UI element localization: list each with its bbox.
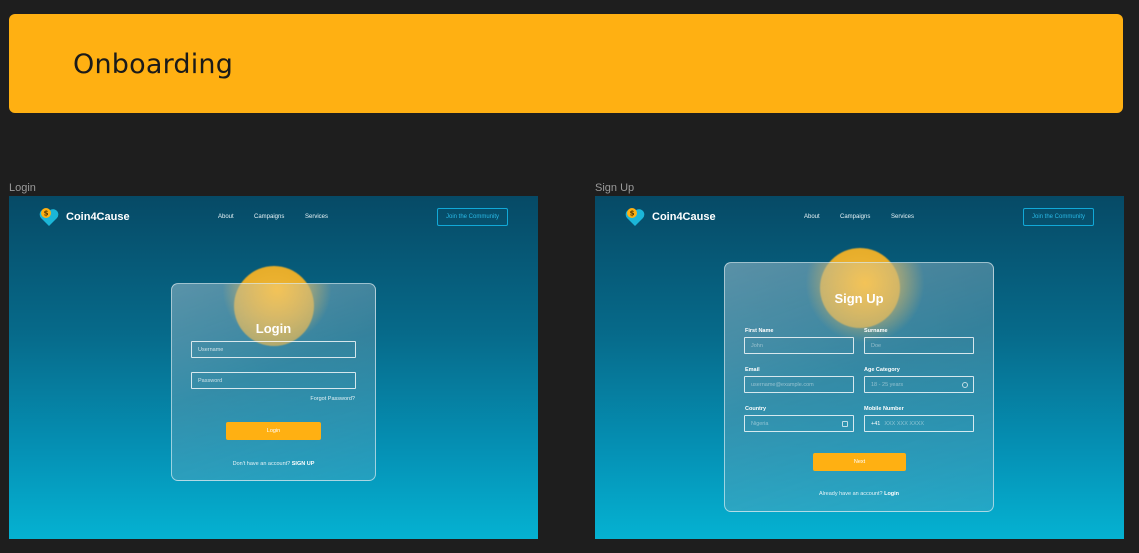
country-select[interactable]: Nigeria	[744, 415, 854, 432]
forgot-password-link[interactable]: Forgot Password?	[310, 396, 355, 402]
login-button[interactable]: Login	[226, 422, 321, 440]
join-community-button[interactable]: Join the Community	[437, 208, 508, 226]
signup-prompt-text: Don't have an account?	[232, 461, 291, 467]
email-label: Email	[745, 367, 760, 373]
nav-about[interactable]: About	[218, 214, 234, 220]
brand-name[interactable]: Coin4Cause	[66, 211, 130, 223]
signup-frame[interactable]: $ Coin4Cause About Campaigns Services Jo…	[595, 196, 1124, 539]
login-prompt: Already have an account? Login	[725, 491, 993, 497]
svg-text:$: $	[630, 210, 635, 218]
signup-title: Sign Up	[834, 291, 884, 306]
age-category-value: 18 - 25 years	[871, 381, 904, 388]
first-name-label: First Name	[745, 328, 774, 334]
first-name-input[interactable]: John	[744, 337, 854, 354]
country-value: Nigeria	[751, 420, 769, 427]
password-input[interactable]: Password	[191, 372, 356, 389]
nav-services[interactable]: Services	[891, 214, 914, 220]
nav-services[interactable]: Services	[305, 214, 328, 220]
login-card: Login Username Password Forgot Password?…	[171, 283, 376, 481]
chevron-down-icon[interactable]	[962, 382, 968, 388]
signup-card: Sign Up First Name John Surname Doe Emai…	[724, 262, 994, 512]
nav-about[interactable]: About	[804, 214, 820, 220]
username-input[interactable]: Username	[191, 341, 356, 358]
brand-name[interactable]: Coin4Cause	[652, 211, 716, 223]
signup-link[interactable]: SIGN UP	[292, 461, 315, 467]
next-button[interactable]: Next	[813, 453, 906, 471]
dropdown-icon[interactable]	[842, 421, 848, 427]
section-title: Onboarding	[73, 49, 234, 80]
login-title: Login	[255, 321, 292, 336]
country-code[interactable]: +41	[871, 421, 880, 427]
signup-prompt: Don't have an account? SIGN UP	[172, 461, 375, 467]
surname-label: Surname	[864, 328, 888, 334]
nav-campaigns[interactable]: Campaigns	[254, 214, 284, 220]
login-prompt-text: Already have an account?	[818, 491, 883, 497]
email-input[interactable]: username@example.com	[744, 376, 854, 393]
mobile-number-input[interactable]: +41 XXX XXX XXXX	[864, 415, 974, 432]
frame-label-login[interactable]: Login	[9, 182, 36, 194]
section-banner: Onboarding	[9, 14, 1123, 113]
frame-label-signup[interactable]: Sign Up	[595, 182, 634, 194]
age-category-label: Age Category	[864, 367, 900, 373]
mobile-placeholder: XXX XXX XXXX	[884, 420, 925, 427]
login-frame[interactable]: $ Coin4Cause About Campaigns Services Jo…	[9, 196, 538, 539]
join-community-button[interactable]: Join the Community	[1023, 208, 1094, 226]
nav-campaigns[interactable]: Campaigns	[840, 214, 870, 220]
logo-icon: $	[39, 208, 59, 226]
age-category-select[interactable]: 18 - 25 years	[864, 376, 974, 393]
mobile-number-label: Mobile Number	[864, 406, 904, 412]
svg-text:$: $	[44, 210, 49, 218]
login-link[interactable]: Login	[884, 491, 899, 497]
country-label: Country	[745, 406, 767, 412]
logo-icon: $	[625, 208, 645, 226]
surname-input[interactable]: Doe	[864, 337, 974, 354]
